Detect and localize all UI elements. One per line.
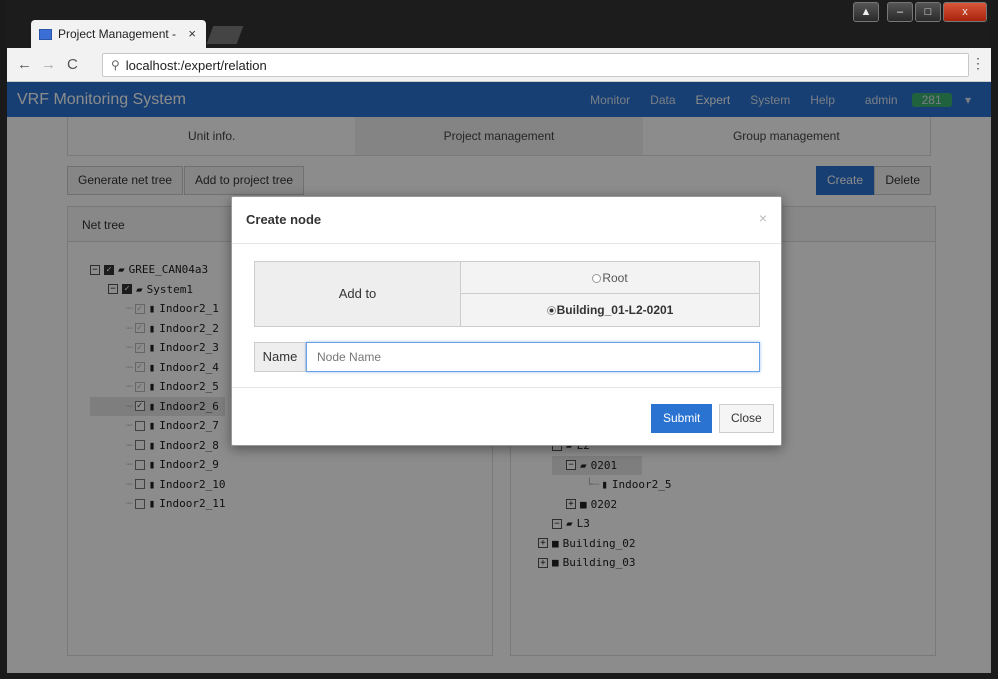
maximize-icon[interactable]: □ <box>915 2 941 22</box>
browser-tab[interactable]: Project Management - × <box>31 20 206 48</box>
option-root[interactable]: Root <box>461 262 759 294</box>
option-root-label: Root <box>602 271 628 285</box>
tab-close-icon[interactable]: × <box>188 26 196 41</box>
submit-button[interactable]: Submit <box>651 404 713 433</box>
radio-checked-icon[interactable] <box>546 306 556 315</box>
back-arrow-icon[interactable]: ← <box>17 56 32 73</box>
dialog-title: Create node <box>246 212 322 227</box>
option-building-label: Building_01-L2-0201 <box>556 303 674 317</box>
dialog-footer: Submit Close <box>232 387 781 447</box>
browser-menu-icon[interactable]: ⋮ <box>971 55 985 72</box>
tab-title: Project Management - <box>58 27 177 41</box>
url-text: localhost:/expert/relation <box>125 57 267 73</box>
page-viewport: VRF Monitoring System Monitor Data Exper… <box>7 82 991 673</box>
reload-icon[interactable]: C <box>67 56 78 73</box>
option-building[interactable]: Building_01-L2-0201 <box>461 294 759 326</box>
search-icon: ⚲ <box>111 58 120 72</box>
monitor-favicon-icon <box>39 28 52 40</box>
new-tab-button[interactable] <box>206 26 244 44</box>
profile-icon[interactable]: ▲ <box>853 2 879 22</box>
name-input-group: Name Node Name <box>254 342 760 372</box>
address-bar: ← → C ⚲ localhost:/expert/relation ⋮ <box>7 48 991 82</box>
forward-arrow-icon[interactable]: → <box>41 56 56 73</box>
name-label: Name <box>254 342 306 372</box>
add-to-group: Add to Root Building_01-L2-0201 <box>254 261 760 327</box>
create-node-dialog: Create node × Add to Root Building_01-L2… <box>231 196 782 446</box>
radio-unchecked-icon[interactable] <box>592 274 602 283</box>
node-name-input[interactable]: Node Name <box>306 342 760 372</box>
minimize-icon[interactable]: – <box>887 2 913 22</box>
dialog-header: Create node × <box>232 197 781 244</box>
close-button[interactable]: Close <box>719 404 774 433</box>
close-window-icon[interactable]: x <box>943 2 987 22</box>
close-icon[interactable]: × <box>759 210 767 226</box>
url-field[interactable]: ⚲ localhost:/expert/relation <box>102 53 969 77</box>
window-controls: ▲ – □ x <box>853 2 987 22</box>
add-to-label: Add to <box>255 262 461 326</box>
title-bar: Project Management - × ▲ – □ x <box>7 0 991 48</box>
browser-window: Project Management - × ▲ – □ x ← → C ⚲ l… <box>0 0 998 679</box>
